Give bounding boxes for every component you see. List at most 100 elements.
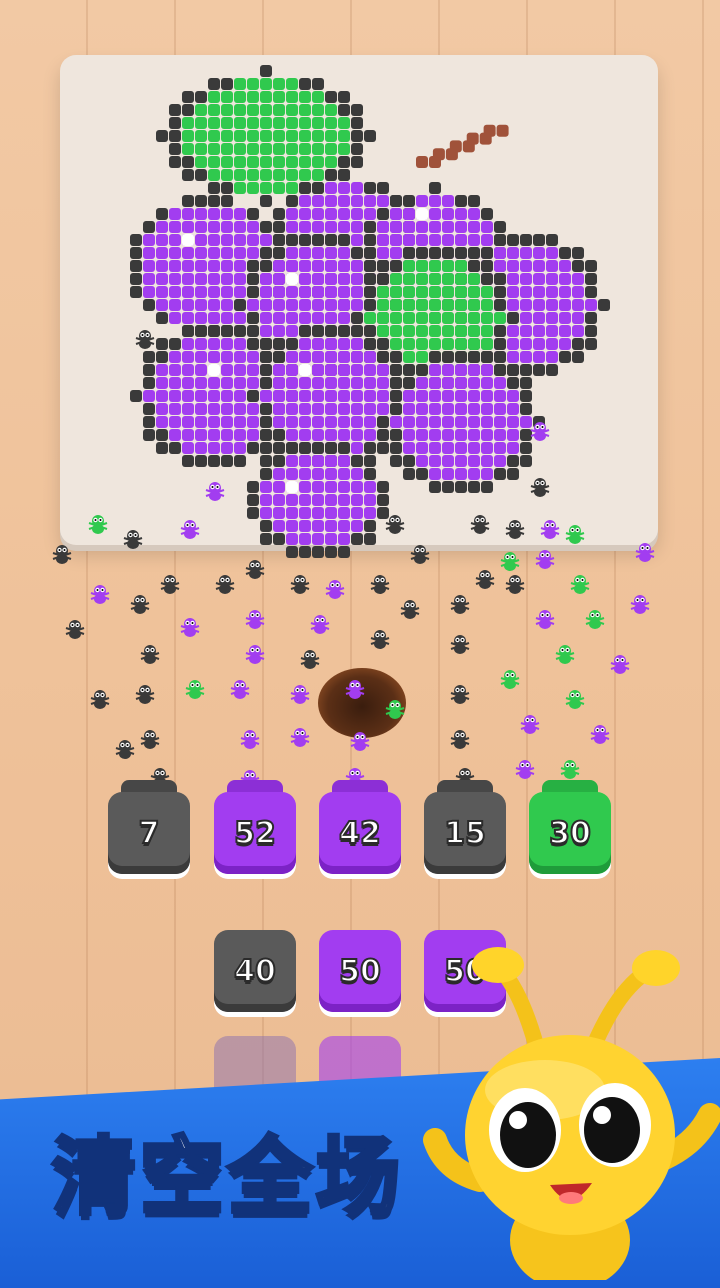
pixel (351, 104, 363, 116)
queue-tile-1[interactable]: 40 (214, 930, 296, 1012)
pixel (546, 299, 558, 311)
pixel (390, 195, 402, 207)
pixel (286, 208, 298, 220)
pixel (234, 117, 246, 129)
pixel (468, 351, 480, 363)
pixel (273, 403, 285, 415)
pixel (260, 65, 272, 77)
pixel (260, 260, 272, 272)
slot-tile-2[interactable]: 52 (214, 792, 296, 874)
slot-tile-1[interactable]: 7 (108, 792, 190, 874)
pixel (234, 273, 246, 285)
pixel (169, 338, 181, 350)
pixel (221, 169, 233, 181)
pixel (195, 390, 207, 402)
pixel (364, 481, 376, 493)
pixel (130, 260, 142, 272)
pixel (286, 234, 298, 246)
pixel (429, 299, 441, 311)
pixel (195, 169, 207, 181)
pixel (208, 364, 220, 376)
pixel (546, 351, 558, 363)
pixel (143, 286, 155, 298)
pixel (221, 130, 233, 142)
pixel (221, 338, 233, 350)
pixel (247, 286, 259, 298)
pixel (286, 390, 298, 402)
pixel (260, 325, 272, 337)
pixel (338, 221, 350, 233)
pixel (143, 260, 155, 272)
pixel (520, 377, 532, 389)
pixel (286, 221, 298, 233)
pixel (364, 520, 376, 532)
pixel (273, 416, 285, 428)
pixel (156, 130, 168, 142)
pixel (533, 273, 545, 285)
pixel (312, 481, 324, 493)
pixel (286, 247, 298, 259)
pixel (520, 325, 532, 337)
pixel (156, 338, 168, 350)
pixel (364, 351, 376, 363)
pixel (143, 390, 155, 402)
pixel (416, 468, 428, 480)
pixel (195, 260, 207, 272)
pixel (546, 364, 558, 376)
pixel (403, 273, 415, 285)
pixel (338, 195, 350, 207)
pixel (208, 390, 220, 402)
pixel (403, 325, 415, 337)
slot-tile-3[interactable]: 42 (319, 792, 401, 874)
slot-tile-5[interactable]: 30 (529, 792, 611, 874)
pixel (507, 325, 519, 337)
pixel (299, 208, 311, 220)
pixel (260, 195, 272, 207)
pixel (221, 299, 233, 311)
pixel (494, 221, 506, 233)
pixel (312, 468, 324, 480)
pixel (494, 468, 506, 480)
pixel (260, 494, 272, 506)
pixel (351, 364, 363, 376)
pixel (455, 273, 467, 285)
pixel (364, 377, 376, 389)
pixel (338, 247, 350, 259)
pixel (416, 390, 428, 402)
pixel (468, 364, 480, 376)
pixel (351, 377, 363, 389)
pixel (507, 234, 519, 246)
pixel (247, 481, 259, 493)
slot-tile-4[interactable]: 15 (424, 792, 506, 874)
pixel (234, 104, 246, 116)
pixel (156, 403, 168, 415)
pixel (312, 507, 324, 519)
pixel (286, 91, 298, 103)
queue-tile-2[interactable]: 50 (319, 930, 401, 1012)
pixel (247, 208, 259, 220)
pixel (143, 273, 155, 285)
pixel (273, 533, 285, 545)
pixel (390, 260, 402, 272)
pixel (416, 364, 428, 376)
pixel (273, 494, 285, 506)
pixel (286, 364, 298, 376)
pixel (182, 364, 194, 376)
pixel (429, 221, 441, 233)
pixel (533, 364, 545, 376)
pixel (364, 416, 376, 428)
pixel (169, 234, 181, 246)
pixel (351, 312, 363, 324)
pixel (351, 507, 363, 519)
pixel (286, 429, 298, 441)
pixel (520, 338, 532, 350)
pixel (325, 520, 337, 532)
pixel (416, 416, 428, 428)
pixel (455, 208, 467, 220)
pixel (273, 390, 285, 402)
pixel (273, 208, 285, 220)
pixel (195, 247, 207, 259)
pixel (247, 143, 259, 155)
pixel (273, 455, 285, 467)
pixel (338, 351, 350, 363)
